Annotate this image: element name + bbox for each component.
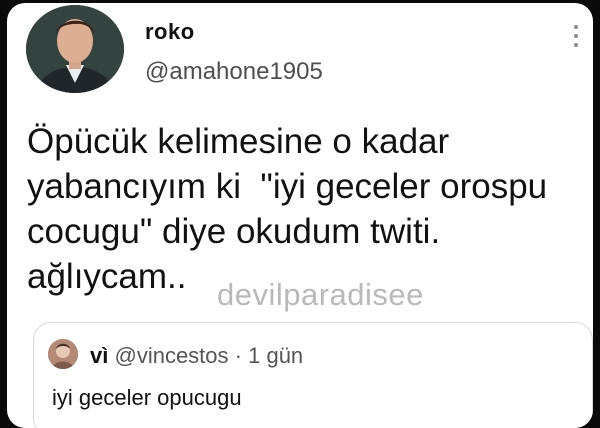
quoted-text: iyi geceler opucugu (52, 385, 242, 410)
tweet-text: Öpücük kelimesine o kadar yabancıyım ki … (27, 119, 587, 299)
quoted-tweet[interactable]: vì @vincestos · 1 gün iyi geceler opucug… (33, 322, 593, 428)
display-name[interactable]: roko (145, 19, 195, 45)
tweet-card: roko @amahone1905 Öpücük kelimesine o ka… (7, 3, 593, 428)
tweet-text-line: cocugu" diye okudum twiti. (27, 212, 441, 251)
user-handle[interactable]: @amahone1905 (145, 58, 323, 86)
separator-dot: · (234, 343, 242, 368)
vertical-dots-icon[interactable] (573, 25, 579, 47)
watermark: devilparadisee (217, 277, 424, 312)
quoted-avatar[interactable] (48, 339, 78, 369)
quoted-time: 1 gün (248, 343, 304, 368)
quoted-header: vì @vincestos · 1 gün (90, 343, 303, 369)
tweet-text-line: yabancıyım ki "iyi geceler orospu (27, 167, 548, 206)
avatar[interactable] (26, 5, 124, 93)
quoted-handle[interactable]: @vincestos (114, 343, 228, 368)
quoted-display-name[interactable]: vì (90, 343, 108, 368)
tweet-text-line: Öpücük kelimesine o kadar (27, 122, 450, 161)
